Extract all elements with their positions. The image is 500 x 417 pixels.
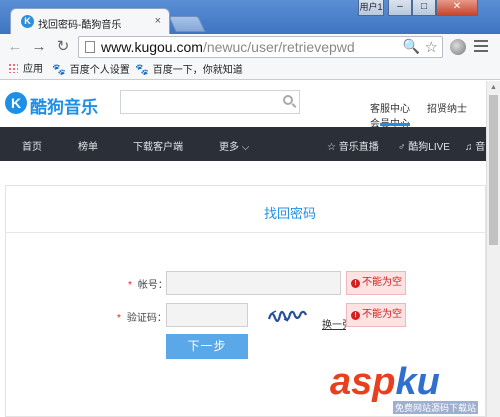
baidu-paw-icon: 🐾 — [52, 64, 66, 76]
nav-home[interactable]: 首页 — [22, 138, 42, 153]
title-divider — [6, 232, 485, 233]
browser-toolbar: ← → ↻ www.kugou.com/newuc/user/retrievep… — [0, 34, 500, 60]
bookmark-baidu-search[interactable]: 🐾 百度一下，你就知道 — [135, 63, 243, 78]
main-nav: 首页 榜单 下载客户端 更多 ⌵ ☆ 音乐直播 ♂ 酷狗LIVE ♫ 音 — [0, 127, 486, 161]
account-label: * 帐号： — [128, 280, 168, 291]
scroll-up-arrow-icon[interactable]: ▲ — [490, 84, 497, 91]
bookmark-apps[interactable]: 应用 — [8, 63, 43, 77]
site-search-input[interactable] — [120, 90, 300, 114]
required-mark: * — [117, 313, 121, 324]
watermark-logo: aspku — [330, 361, 440, 403]
maximize-button[interactable]: □ — [412, 0, 436, 16]
nav-more[interactable]: 更多 ⌵ — [219, 138, 249, 153]
new-tab-button[interactable] — [168, 16, 206, 32]
browser-tab[interactable]: K 找回密码-酷狗音乐 × — [10, 8, 170, 34]
nav-item-truncated[interactable]: ♫ 音 — [465, 138, 485, 153]
page-scrollbar[interactable]: ▲ — [486, 81, 500, 417]
search-icon[interactable] — [283, 95, 293, 105]
browser-menu-icon[interactable] — [474, 40, 488, 55]
nav-kugou-live[interactable]: ♂ 酷狗LIVE — [398, 138, 450, 153]
bookmark-baidu-settings[interactable]: 🐾 百度个人设置 — [52, 63, 130, 78]
zoom-icon[interactable]: 🔍 — [403, 38, 420, 55]
required-mark: * — [128, 280, 132, 291]
back-arrow-icon[interactable]: ← — [6, 38, 24, 56]
error-icon: ! — [351, 279, 360, 288]
bookmark-star-icon[interactable]: ☆ — [425, 38, 438, 56]
nav-charts[interactable]: 榜单 — [78, 138, 98, 153]
error-icon: ! — [351, 311, 360, 320]
vip-underline — [380, 123, 410, 126]
captcha-label: * 验证码： — [117, 313, 167, 324]
page-title: 找回密码 — [264, 206, 317, 221]
next-step-button[interactable]: 下一步 — [166, 334, 248, 359]
kugou-favicon-icon: K — [21, 15, 34, 28]
address-bar[interactable]: www.kugou.com/newuc/user/retrievepwd 🔍 ☆ — [78, 36, 443, 58]
account-error-message: ! 不能为空 — [346, 271, 406, 295]
nav-music-live[interactable]: ☆ 音乐直播 — [327, 138, 379, 153]
captcha-error-message: ! 不能为空 — [346, 303, 406, 327]
jobs-link[interactable]: 招贤纳士 — [427, 100, 467, 115]
bookmarks-bar: 应用 🐾 百度个人设置 🐾 百度一下，你就知道 — [0, 60, 500, 80]
window-user-button[interactable]: 用户1 — [358, 0, 384, 16]
baidu-paw-icon: 🐾 — [135, 64, 149, 76]
kugou-logo-icon[interactable]: K — [5, 92, 27, 114]
apps-grid-icon — [8, 63, 18, 73]
site-header: K 酷狗音乐 客服中心 招贤纳士 会员中心 — [0, 81, 486, 130]
kugou-logo-text[interactable]: 酷狗音乐 — [30, 93, 98, 118]
minimize-button[interactable]: – — [388, 0, 412, 16]
service-center-link[interactable]: 客服中心 — [370, 100, 410, 115]
watermark-subtitle: 免费网站源码下载站 — [393, 401, 479, 414]
account-input[interactable] — [166, 271, 341, 295]
browser-titlebar: K 找回密码-酷狗音乐 × 用户1 – □ ✕ — [0, 0, 500, 34]
close-window-button[interactable]: ✕ — [436, 0, 478, 16]
extension-globe-icon[interactable] — [450, 39, 466, 55]
url-text[interactable]: www.kugou.com/newuc/user/retrievepwd — [101, 39, 355, 56]
forward-arrow-icon[interactable]: → — [30, 38, 48, 56]
nav-download-client[interactable]: 下载客户端 — [133, 138, 183, 153]
captcha-image[interactable] — [266, 303, 308, 327]
captcha-input[interactable] — [166, 303, 248, 327]
change-captcha-link[interactable]: 换一张 — [322, 316, 346, 331]
tab-close-icon[interactable]: × — [155, 14, 161, 28]
tab-title: 找回密码-酷狗音乐 — [38, 20, 122, 31]
page-icon — [85, 41, 95, 53]
reload-icon[interactable]: ↻ — [54, 38, 72, 56]
scroll-thumb[interactable] — [489, 95, 498, 245]
